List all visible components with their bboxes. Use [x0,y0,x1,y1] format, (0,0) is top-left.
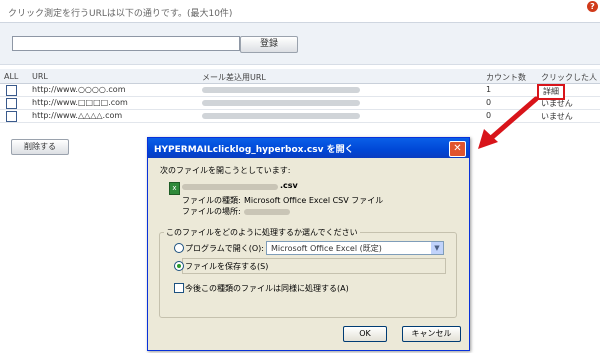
chevron-down-icon[interactable]: ▼ [431,242,443,254]
row-checkbox[interactable] [6,111,17,122]
save-label: ファイルを保存する(S) [185,262,269,271]
row-url: http://www.□□□□.com [32,98,128,107]
dialog-prompt: 次のファイルを開こうとしています: [160,166,291,175]
detail-link[interactable]: 詳細 [537,84,565,100]
page-description: クリック測定を行うURLは以下の通りです。(最大10件) [8,9,233,19]
column-mail-url: メール差込用URL [202,73,266,82]
mail-url-redacted [202,113,360,119]
mail-url-redacted [202,100,360,106]
excel-file-icon: x [169,182,180,195]
table-header: ALL URL メール差込用URL カウント数 クリックした人 [0,69,600,84]
action-group-label: このファイルをどのように処理するか選んでください [164,227,360,238]
open-with-radio[interactable] [174,243,184,253]
column-count: カウント数 [486,73,526,82]
file-extension: .csv [280,181,298,190]
row-checkbox[interactable] [6,85,17,96]
register-button[interactable]: 登録 [240,36,298,53]
close-icon[interactable]: ✕ [449,141,466,157]
open-with-label: プログラムで開く(O): [185,244,264,253]
always-checkbox[interactable] [174,283,184,293]
save-radio[interactable] [174,261,184,271]
row-checkbox[interactable] [6,98,17,109]
red-arrow-icon [478,96,539,149]
column-all[interactable]: ALL [4,72,18,81]
location-redacted [244,209,290,215]
delete-button[interactable]: 削除する [11,139,69,155]
dialog-title: HYPERMAILclicklog_hyperbox.csv を開く [154,145,354,155]
file-location-label: ファイルの場所: [182,207,241,216]
cancel-button[interactable]: キャンセル [402,326,461,342]
row-url: http://www.△△△△.com [32,111,123,120]
row-clicked: いません [541,112,573,121]
ok-button[interactable]: OK [343,326,387,342]
column-clicked: クリックした人 [541,73,597,82]
always-label: 今後この種類のファイルは同様に処理する(A) [185,284,349,293]
file-type-label: ファイルの種類: [182,196,241,205]
file-type-value: Microsoft Office Excel CSV ファイル [244,196,384,205]
mail-url-redacted [202,87,360,93]
program-select-value: Microsoft Office Excel (既定) [271,244,382,253]
dialog-titlebar[interactable]: HYPERMAILclicklog_hyperbox.csv を開く ✕ [148,138,469,158]
column-url: URL [32,72,48,81]
row-count: 1 [486,85,492,94]
help-icon[interactable]: ? [587,1,598,12]
program-select[interactable]: Microsoft Office Excel (既定) ▼ [266,241,444,255]
filename-redacted [182,184,278,190]
url-input[interactable] [12,36,240,51]
file-download-dialog: HYPERMAILclicklog_hyperbox.csv を開く ✕ 次のフ… [147,137,470,351]
row-url: http://www.○○○○.com [32,85,126,94]
